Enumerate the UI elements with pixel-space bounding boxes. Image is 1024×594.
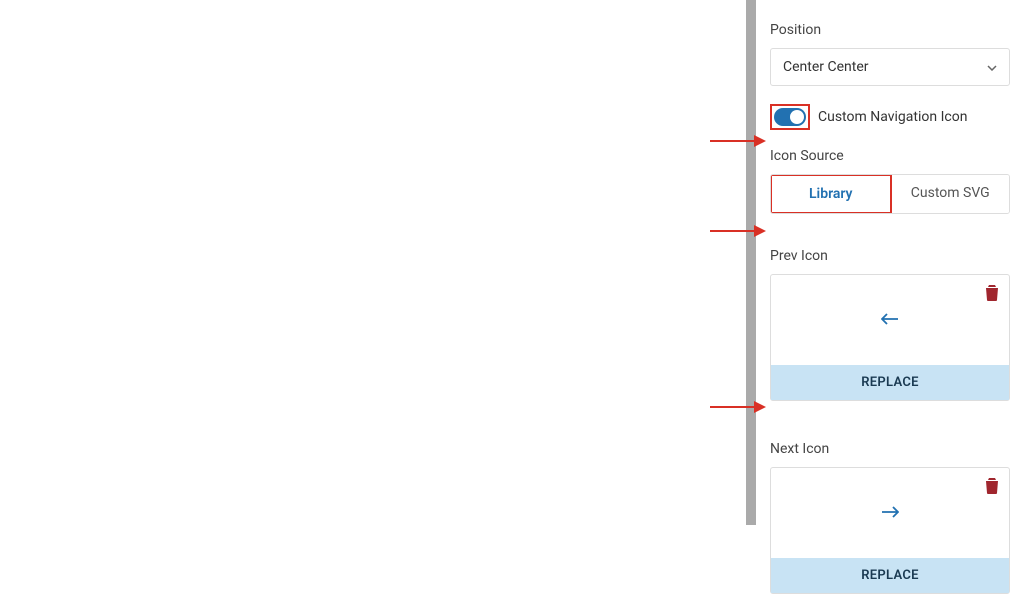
next-replace-button[interactable]: REPLACE bbox=[771, 558, 1009, 593]
custom-nav-label: Custom Navigation Icon bbox=[818, 109, 967, 125]
prev-icon-box: REPLACE bbox=[770, 274, 1010, 401]
custom-nav-toggle[interactable] bbox=[774, 108, 806, 126]
arrow-left-icon bbox=[881, 310, 899, 331]
annotation-arrow-icon bbox=[710, 223, 766, 239]
toggle-highlight bbox=[770, 104, 810, 130]
icon-source-library[interactable]: Library bbox=[770, 174, 892, 214]
trash-icon[interactable] bbox=[985, 478, 999, 498]
position-label: Position bbox=[770, 22, 1010, 38]
icon-source-group: Library Custom SVG bbox=[770, 174, 1010, 214]
chevron-down-icon bbox=[987, 60, 997, 74]
position-value: Center Center bbox=[783, 59, 987, 75]
icon-source-custom-svg[interactable]: Custom SVG bbox=[892, 175, 1010, 213]
custom-nav-toggle-row: Custom Navigation Icon bbox=[770, 104, 1010, 130]
annotation-arrow-icon bbox=[710, 133, 766, 149]
arrow-right-icon bbox=[881, 503, 899, 524]
settings-panel: Position Center Center Custom Navigation… bbox=[770, 0, 1010, 594]
toggle-knob bbox=[790, 110, 804, 124]
prev-replace-button[interactable]: REPLACE bbox=[771, 365, 1009, 400]
scrollbar[interactable] bbox=[746, 0, 756, 525]
next-icon-label: Next Icon bbox=[770, 441, 1010, 457]
prev-icon-preview[interactable] bbox=[771, 275, 1009, 365]
prev-icon-label: Prev Icon bbox=[770, 248, 1010, 264]
next-icon-preview[interactable] bbox=[771, 468, 1009, 558]
annotation-arrow-icon bbox=[710, 399, 766, 415]
position-select[interactable]: Center Center bbox=[770, 48, 1010, 86]
trash-icon[interactable] bbox=[985, 285, 999, 305]
icon-source-label: Icon Source bbox=[770, 148, 1010, 164]
next-icon-box: REPLACE bbox=[770, 467, 1010, 594]
